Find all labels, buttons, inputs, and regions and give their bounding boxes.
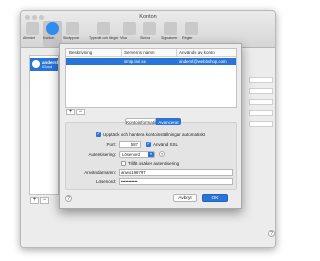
- account-item[interactable]: andersf iCloud: [30, 58, 58, 71]
- trash-icon: [66, 22, 79, 35]
- background-field: [249, 77, 273, 83]
- rules-icon: [185, 22, 198, 35]
- smtp-server-sheet: Beskrivning Serverns namn Används av kon…: [59, 43, 242, 209]
- auth-label: Autentisering:: [88, 152, 116, 157]
- column-header-used-by[interactable]: Används av konto: [179, 50, 215, 55]
- row-server: smtp.lari.se: [124, 59, 146, 64]
- port-label: Port:: [106, 142, 116, 147]
- chevron-down-icon: ▾: [148, 152, 154, 157]
- background-field: [249, 99, 273, 105]
- icloud-icon: [32, 60, 40, 68]
- remove-server-button[interactable]: −: [76, 109, 85, 115]
- use-ssl-label: Använd SSL: [153, 142, 179, 147]
- allow-insecure-auth-label: Tillåt osäker autentisering: [128, 161, 180, 166]
- help-button[interactable]: ?: [268, 230, 275, 237]
- glasses-icon: [123, 22, 136, 35]
- column-header-server[interactable]: Serverns namn: [124, 50, 155, 55]
- auth-select[interactable]: Lösenord ▾: [119, 151, 155, 158]
- add-account-button[interactable]: +: [30, 197, 39, 204]
- background-field: [249, 88, 273, 94]
- at-sign-icon: [46, 22, 59, 35]
- username-field[interactable]: anwo198797: [119, 169, 233, 176]
- sheet-help-button[interactable]: ?: [65, 195, 72, 202]
- background-field: [249, 121, 273, 127]
- cancel-button[interactable]: Avbryt: [173, 194, 197, 202]
- toolbar-item-general[interactable]: Allmänt: [23, 21, 42, 47]
- column-divider: [121, 49, 122, 57]
- auth-help-button[interactable]: ?: [159, 151, 165, 157]
- tab-advanced[interactable]: Avancerat: [156, 118, 181, 125]
- pencil-icon: [143, 22, 156, 35]
- auto-detect-checkbox[interactable]: [96, 131, 101, 137]
- table-header: Beskrivning Serverns namn Används av kon…: [66, 49, 236, 57]
- window-title: Konton: [139, 14, 157, 20]
- column-header-description[interactable]: Beskrivning: [69, 50, 92, 55]
- switch-icon: [26, 22, 39, 35]
- port-field[interactable]: 587: [119, 141, 141, 148]
- background-field: [249, 110, 273, 116]
- accounts-list[interactable]: andersf iCloud: [29, 55, 59, 195]
- ok-button[interactable]: OK: [202, 194, 228, 202]
- table-row[interactable]: smtp.lari.se andersf@webbshop.com: [66, 58, 236, 65]
- remove-account-button[interactable]: −: [40, 197, 49, 204]
- column-divider: [176, 49, 177, 57]
- account-subtitle: iCloud: [42, 65, 52, 69]
- fonts-icon: [96, 22, 110, 35]
- tab-account-info[interactable]: Kontoinformation: [125, 118, 160, 125]
- auto-detect-label: Upptäck och hantera kontoinställningar a…: [103, 132, 206, 137]
- advanced-settings-group: Upptäck och hantera kontoinställningar a…: [65, 122, 237, 190]
- password-label: Lösenord:: [95, 179, 116, 184]
- username-label: Användarnamn:: [84, 170, 116, 175]
- use-ssl-checkbox[interactable]: [146, 141, 151, 147]
- password-field[interactable]: •••••••••••: [119, 178, 233, 185]
- signature-icon: [164, 22, 177, 35]
- smtp-server-table[interactable]: Beskrivning Serverns namn Används av kon…: [65, 48, 237, 108]
- allow-insecure-auth-checkbox[interactable]: [121, 161, 126, 166]
- add-server-button[interactable]: +: [66, 109, 75, 115]
- row-used-by: andersf@webbshop.com: [179, 59, 227, 64]
